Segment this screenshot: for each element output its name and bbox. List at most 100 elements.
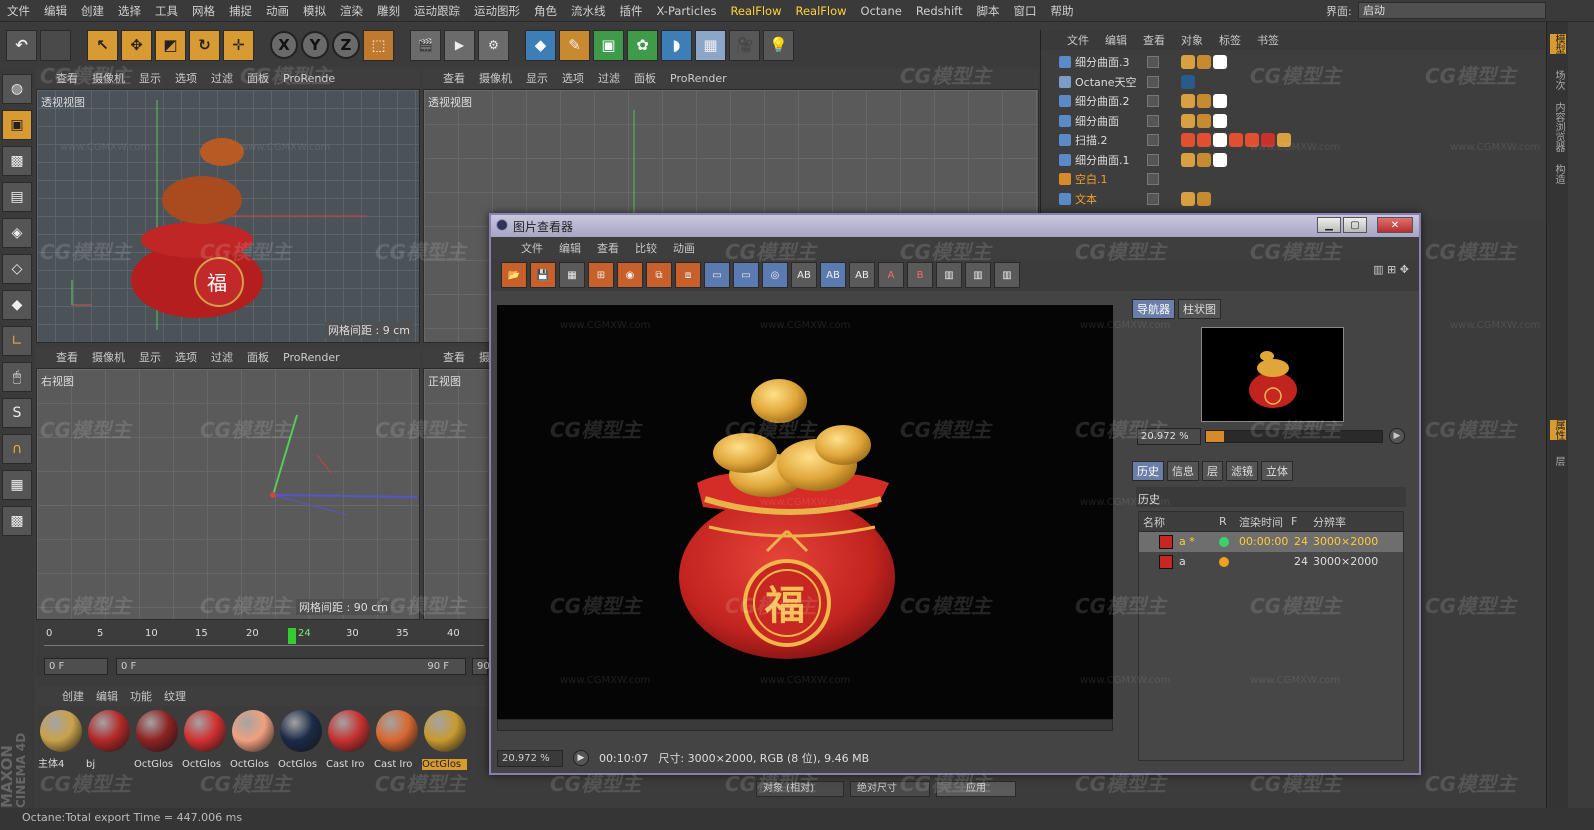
coord-mode-select[interactable]: 对象 (相对) — [756, 781, 844, 797]
set-a-icon[interactable]: A — [878, 262, 904, 288]
workplane-lock-icon[interactable]: ▦ — [2, 470, 32, 500]
pick-icon[interactable]: ◉ — [617, 262, 643, 288]
redo-icon[interactable] — [40, 29, 71, 61]
tag-icon[interactable] — [1245, 133, 1259, 147]
col-r[interactable]: R — [1219, 515, 1227, 528]
vp-menu-panel[interactable]: 面板 — [247, 70, 269, 86]
material-swatch[interactable]: OctGlos — [230, 708, 275, 772]
tab-filter[interactable]: 滤镜 — [1226, 461, 1258, 481]
tab-content-browser[interactable]: 内容浏览器 — [1550, 102, 1566, 152]
visibility-toggle[interactable] — [1147, 134, 1159, 146]
floor-icon[interactable]: ▦ — [695, 29, 726, 61]
navigator-zoom-slider[interactable] — [1205, 430, 1383, 443]
menu-item-xparticles[interactable]: X-Particles — [650, 4, 724, 18]
save-icon[interactable]: 💾 — [530, 262, 556, 288]
vp-menu-camera[interactable]: 摄像机 — [92, 349, 125, 365]
menu-item-character[interactable]: 角色 — [527, 3, 564, 19]
image-scrollbar[interactable] — [497, 719, 1113, 731]
object-row[interactable]: 扫描.2 — [1041, 130, 1546, 150]
tag-icon[interactable] — [1181, 152, 1195, 167]
region-render-icon[interactable]: ▭ — [733, 262, 759, 288]
tag-icon[interactable] — [1213, 152, 1227, 167]
playhead-marker[interactable] — [288, 628, 296, 644]
axis-mode-icon[interactable]: ∟ — [2, 326, 32, 356]
model-mode-icon[interactable]: ▣ — [2, 110, 32, 140]
tab-takes[interactable]: 场次 — [1550, 70, 1566, 90]
tag-icon[interactable] — [1181, 55, 1195, 69]
tab-stereo[interactable]: 立体 — [1261, 461, 1293, 481]
panel-layout-icons[interactable]: ▥ ⊞ ✥ — [1373, 263, 1409, 276]
menu-item-window[interactable]: 窗口 — [1007, 3, 1044, 19]
maximize-icon[interactable]: ▢ — [1343, 217, 1367, 233]
menu-item-snap[interactable]: 捕捉 — [222, 3, 259, 19]
tag-icon[interactable] — [1197, 133, 1211, 147]
visibility-toggle[interactable] — [1147, 75, 1159, 88]
material-swatch[interactable]: OctGlos — [422, 708, 467, 772]
vp-menu-view[interactable]: 查看 — [56, 70, 78, 86]
menu-item-pipeline[interactable]: 流水线 — [564, 3, 613, 19]
polygons-mode-icon[interactable]: ◆ — [2, 290, 32, 320]
vp-menu-display[interactable]: 显示 — [139, 70, 161, 86]
undo-icon[interactable]: ↶ — [6, 29, 37, 61]
layout-select[interactable]: 启动 — [1358, 2, 1546, 19]
points-mode-icon[interactable]: ◈ — [2, 218, 32, 248]
scale-tool-icon[interactable]: ◩ — [155, 29, 186, 61]
obj-menu-edit[interactable]: 编辑 — [1105, 32, 1127, 48]
snap-icon[interactable]: S — [2, 398, 32, 428]
menu-item-render[interactable]: 渲染 — [333, 3, 370, 19]
vp-menu-view[interactable]: 查看 — [443, 349, 465, 365]
end-frame-field[interactable]: 90 — [472, 658, 490, 675]
mat-menu-texture[interactable]: 纹理 — [164, 688, 186, 704]
visibility-toggle[interactable] — [1147, 114, 1159, 127]
tag-icon[interactable] — [1213, 55, 1227, 69]
transform-tool-icon[interactable]: ✛ — [223, 29, 254, 61]
pv-menu-view[interactable]: 查看 — [597, 240, 619, 256]
col-render-time[interactable]: 渲染时间 — [1239, 514, 1283, 530]
move-tool-icon[interactable]: ✥ — [121, 29, 152, 61]
material-swatch[interactable]: OctGlos — [134, 708, 179, 772]
visibility-toggle[interactable] — [1147, 153, 1159, 166]
vp-menu-filter[interactable]: 过滤 — [211, 349, 233, 365]
render-to-picture-viewer-icon[interactable]: ▶ — [444, 29, 475, 61]
visibility-toggle[interactable] — [1147, 173, 1159, 185]
render-icon[interactable]: ▦ — [559, 262, 585, 288]
ab-toggle-icon[interactable]: AB — [849, 262, 875, 288]
coordinate-system-icon[interactable]: ⬚ — [363, 29, 394, 61]
pv-menu-compare[interactable]: 比较 — [635, 240, 657, 256]
coord-size-select[interactable]: 绝对尺寸 — [850, 781, 930, 797]
navigator-thumbnail[interactable] — [1201, 327, 1344, 422]
tag-icon[interactable] — [1181, 191, 1195, 206]
material-swatch[interactable]: 主体4 — [38, 708, 83, 772]
tag-icon[interactable] — [1197, 152, 1211, 167]
grid-snap-icon[interactable]: ▩ — [2, 506, 32, 536]
material-swatch[interactable]: Cast Iro — [326, 708, 371, 772]
timeline-ruler[interactable]: 0 5 10 15 20 24 30 35 40 — [44, 628, 484, 646]
menu-item-mesh[interactable]: 网格 — [185, 3, 222, 19]
navigator-zoom-field[interactable]: 20.972 % — [1137, 428, 1201, 445]
compare-mode-2-icon[interactable]: ▥ — [965, 262, 991, 288]
zoom-play-icon[interactable]: ▶ — [1389, 428, 1405, 444]
tag-icon[interactable] — [1213, 113, 1227, 128]
preview-range-slider[interactable]: 0 F 90 F — [116, 658, 466, 675]
menu-item-tools[interactable]: 工具 — [148, 3, 185, 19]
menu-item-sculpt[interactable]: 雕刻 — [370, 3, 407, 19]
magnet-icon[interactable]: ∩ — [2, 434, 32, 464]
object-row[interactable]: 细分曲面.1 — [1041, 150, 1546, 170]
set-b-icon[interactable]: B — [907, 262, 933, 288]
pen-spline-icon[interactable]: ✎ — [559, 29, 590, 61]
tab-histogram[interactable]: 柱状图 — [1178, 299, 1221, 319]
copy-icon[interactable]: ⧉ — [646, 262, 672, 288]
fit-icon[interactable]: ⊞ — [588, 262, 614, 288]
mat-menu-function[interactable]: 功能 — [130, 688, 152, 704]
menu-item-realflow-2[interactable]: RealFlow — [788, 4, 853, 18]
col-frame[interactable]: F — [1291, 515, 1297, 528]
object-row[interactable]: 空白.1 — [1041, 169, 1546, 189]
tag-icon[interactable] — [1197, 191, 1211, 206]
vp-menu-filter[interactable]: 过滤 — [598, 70, 620, 86]
material-swatch[interactable]: OctGlos — [182, 708, 227, 772]
vp-menu-filter[interactable]: 过滤 — [211, 70, 233, 86]
vp-menu-prorender[interactable]: ProRender — [283, 351, 340, 364]
obj-menu-view[interactable]: 查看 — [1143, 32, 1165, 48]
mat-menu-create[interactable]: 创建 — [62, 688, 84, 704]
history-row[interactable]: a 24 3000×2000 — [1139, 552, 1403, 572]
